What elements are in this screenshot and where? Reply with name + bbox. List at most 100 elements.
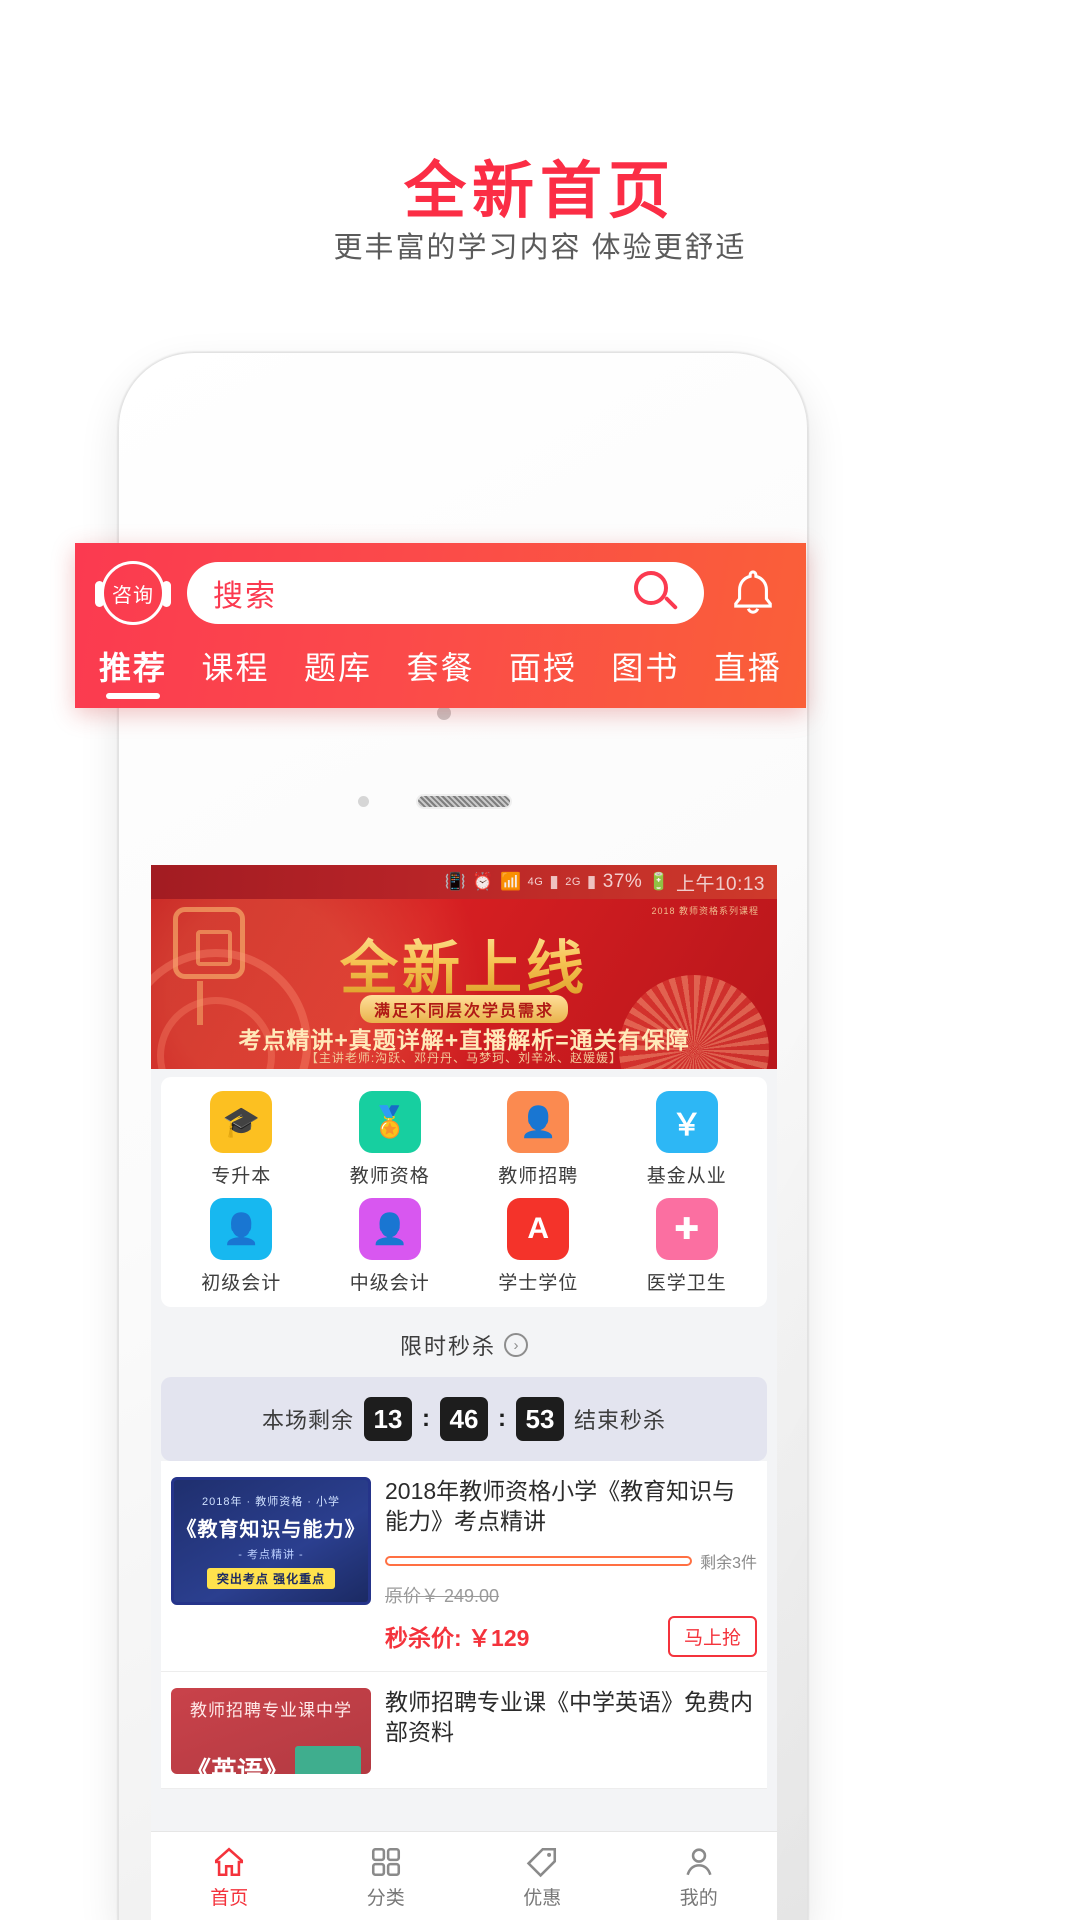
product-title: 教师招聘专业课《中学英语》免费内部资料 xyxy=(385,1688,753,1745)
tabbar-label: 分类 xyxy=(366,1888,405,1909)
header-tab-图书[interactable]: 图书 xyxy=(611,643,679,699)
price-row: 秒杀价: ￥129 马上抢 xyxy=(385,1615,757,1657)
category-item[interactable]: A 学士学位 xyxy=(464,1198,613,1295)
promo-banner[interactable]: 2018 教师资格系列课程 全新上线 满足不同层次学员需求 考点精讲+真题详解+… xyxy=(151,899,777,1069)
thumb-accent-block xyxy=(295,1745,361,1774)
tag-icon xyxy=(525,1845,559,1879)
category-item[interactable]: 🎓 专升本 xyxy=(167,1091,316,1188)
category-label: 医学卫生 xyxy=(646,1273,727,1294)
banner-headline: 全新上线 xyxy=(151,921,777,1005)
category-label: 专升本 xyxy=(211,1166,272,1187)
banner-pill-text: 满足不同层次学员需求 xyxy=(359,995,568,1023)
status-bar: 📳 ⏰ 📶 4G ▮ 2G ▮ 37% 🔋 上午10:13 xyxy=(151,865,777,899)
stock-remaining: 剩余3件 xyxy=(700,1554,757,1572)
category-grid: 🎓 专升本 🏅 教师资格 👤 教师招聘 ￥ 基金从业 👤 初级会计 👤 中级会计 A 学士学位 ✚ 医学卫生 xyxy=(161,1077,767,1307)
page-subtitle: 更丰富的学习内容 体验更舒适 xyxy=(333,232,747,264)
header-tab-面授[interactable]: 面授 xyxy=(509,643,577,699)
category-item[interactable]: 🏅 教师资格 xyxy=(316,1091,465,1188)
category-item[interactable]: 👤 教师招聘 xyxy=(464,1091,613,1188)
person-card-icon: 👤 xyxy=(507,1091,570,1153)
category-item[interactable]: 👤 初级会计 xyxy=(167,1198,316,1295)
category-label: 中级会计 xyxy=(349,1273,430,1294)
page-title: 全新首页 xyxy=(403,157,676,226)
tabbar-item-分类[interactable]: 分类 xyxy=(308,1845,465,1910)
countdown-colon-1: : xyxy=(422,1405,430,1432)
banner-top-note: 2018 教师资格系列课程 xyxy=(651,906,759,916)
search-input[interactable]: 搜索 xyxy=(187,562,704,624)
banner-pill: 满足不同层次学员需求 xyxy=(151,995,777,1023)
thumb-badge: 突出考点 强化重点 xyxy=(206,1568,336,1589)
sale-price: 秒杀价: ￥129 xyxy=(385,1625,530,1652)
tabbar-item-首页[interactable]: 首页 xyxy=(151,1845,308,1910)
banner-teachers: 【主讲老师:沟跃、邓丹丹、马梦珂、刘辛冰、赵媛媛】 xyxy=(305,1051,623,1065)
phone-camera xyxy=(358,796,369,807)
thumb-main-label: 《教育知识与能力》 xyxy=(176,1519,366,1541)
header-tab-课程[interactable]: 课程 xyxy=(201,643,269,699)
headset-right-ear xyxy=(162,581,171,607)
product-title: 2018年教师资格小学《教育知识与能力》考点精讲 xyxy=(385,1478,736,1534)
countdown-bar: 本场剩余 13 : 46 : 53 结束秒杀 xyxy=(161,1377,767,1461)
countdown-minutes: 46 xyxy=(440,1397,488,1441)
tabbar-item-我的[interactable]: 我的 xyxy=(621,1845,778,1910)
tabbar-label: 优惠 xyxy=(523,1888,562,1909)
header-tab-直播[interactable]: 直播 xyxy=(714,643,782,699)
countdown-end-label: 结束秒杀 xyxy=(574,1408,667,1433)
product-thumbnail: 2018年 · 教师资格 · 小学 《教育知识与能力》 - 考点精讲 - 突出考… xyxy=(171,1477,371,1605)
clock-time: 上午10:13 xyxy=(675,873,765,895)
product-row[interactable]: 教师招聘专业课中学 《英语》 教师招聘专业课《中学英语》免费内部资料 xyxy=(161,1671,767,1789)
thumb-top-label: 教师招聘专业课中学 xyxy=(190,1700,352,1720)
buy-now-button[interactable]: 马上抢 xyxy=(667,1615,757,1657)
tabbar-label: 我的 xyxy=(679,1888,718,1909)
thumb-main-label: 《英语》 xyxy=(185,1755,290,1774)
category-label: 初级会计 xyxy=(201,1273,282,1294)
chevron-right-icon[interactable]: › xyxy=(504,1333,528,1357)
battery-icon: 🔋 xyxy=(648,872,670,891)
phone-speaker xyxy=(416,794,512,809)
consult-button[interactable]: 咨询 xyxy=(95,557,171,629)
vibrate-icon: 📳 xyxy=(444,872,467,891)
seckill-title: 限时秒杀 xyxy=(399,1334,496,1359)
home-icon xyxy=(212,1845,246,1879)
letter-a-book-icon: A xyxy=(507,1198,570,1260)
app-header-overlay: 咨询 搜索 推荐 课程 题库 套餐 面授 图书 直播 xyxy=(75,543,806,708)
search-placeholder: 搜索 xyxy=(213,580,277,613)
header-tab-题库[interactable]: 题库 xyxy=(304,643,372,699)
network-4g-label: 4G xyxy=(527,876,544,888)
signal-bars-icon-2: ▮ xyxy=(586,872,597,891)
battery-percent: 37% xyxy=(602,871,643,892)
grid-icon xyxy=(369,1845,403,1879)
product-body: 教师招聘专业课《中学英语》免费内部资料 xyxy=(385,1688,757,1774)
phone-screen: 📳 ⏰ 📶 4G ▮ 2G ▮ 37% 🔋 上午10:13 2018 教师资格系… xyxy=(151,865,777,1920)
stock-progress-bar xyxy=(385,1555,693,1566)
thumb-sub-label: - 考点精讲 - xyxy=(238,1549,304,1561)
category-item[interactable]: ￥ 基金从业 xyxy=(613,1091,762,1188)
product-row[interactable]: 2018年 · 教师资格 · 小学 《教育知识与能力》 - 考点精讲 - 突出考… xyxy=(161,1461,767,1672)
certificate-icon: 🏅 xyxy=(358,1091,421,1153)
yuan-coin-icon: ￥ xyxy=(655,1091,718,1153)
countdown-seconds: 53 xyxy=(516,1397,564,1441)
headset-left-ear xyxy=(95,581,104,607)
seckill-header[interactable]: 限时秒杀 › xyxy=(151,1307,777,1377)
product-body: 2018年教师资格小学《教育知识与能力》考点精讲 剩余3件 原价￥ 249.00… xyxy=(385,1477,757,1657)
wifi-icon: 📶 xyxy=(499,872,522,891)
notification-button[interactable] xyxy=(722,568,784,618)
alarm-icon: ⏰ xyxy=(472,872,494,891)
tabbar-item-优惠[interactable]: 优惠 xyxy=(464,1845,621,1910)
thumb-top-label: 2018年 · 教师资格 · 小学 xyxy=(201,1496,341,1508)
header-tab-推荐[interactable]: 推荐 xyxy=(99,643,167,699)
search-icon[interactable] xyxy=(634,571,679,615)
phone-sensor xyxy=(437,706,451,720)
category-label: 教师资格 xyxy=(349,1166,430,1187)
person-tie-icon: 👤 xyxy=(358,1198,421,1260)
countdown-hours: 13 xyxy=(364,1397,412,1441)
person-id-icon: 👤 xyxy=(210,1198,273,1260)
category-item[interactable]: 👤 中级会计 xyxy=(316,1198,465,1295)
header-tab-套餐[interactable]: 套餐 xyxy=(406,643,474,699)
category-label: 基金从业 xyxy=(646,1166,727,1187)
header-tabs: 推荐 课程 题库 套餐 面授 图书 直播 xyxy=(75,643,806,699)
tabbar-label: 首页 xyxy=(210,1888,249,1909)
header-top-row: 咨询 搜索 xyxy=(75,543,806,643)
signal-bars-icon-1: ▮ xyxy=(549,872,560,891)
category-item[interactable]: ✚ 医学卫生 xyxy=(613,1198,762,1295)
bottom-tab-bar: 首页 分类 优惠 我的 xyxy=(151,1831,777,1920)
